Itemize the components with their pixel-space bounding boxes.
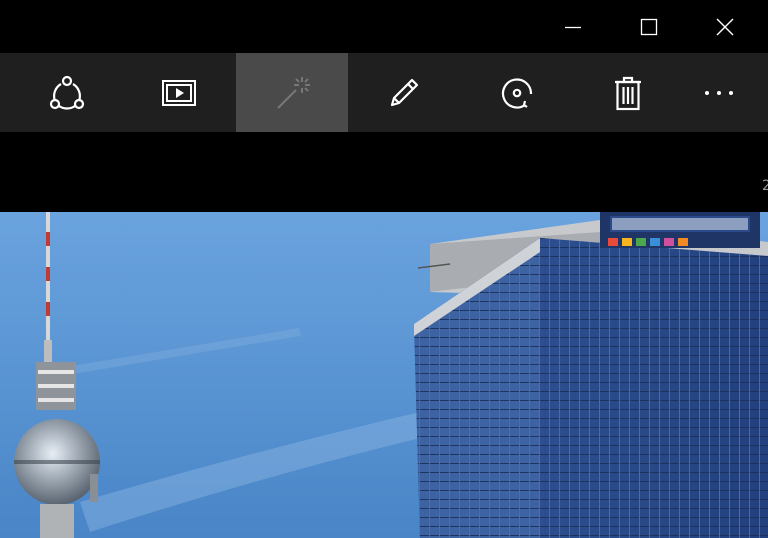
trash-icon [615,76,641,110]
pencil-icon [390,78,419,106]
close-button[interactable] [687,0,763,53]
top-letterbox [0,132,768,212]
photo-viewer[interactable] [0,212,768,538]
more-icon [705,90,733,95]
delete-button[interactable] [572,53,684,132]
magic-wand-icon [277,76,310,109]
enhance-button[interactable] [236,53,348,132]
title-bar [0,0,768,53]
minimize-icon [565,26,581,28]
rotate-button[interactable] [461,53,573,132]
photo-image [0,212,768,538]
maximize-button[interactable] [611,0,687,53]
more-button[interactable] [670,53,768,132]
rotate-icon [501,77,533,109]
slideshow-button[interactable] [123,53,235,132]
clipped-glyph: 2 [762,178,768,194]
close-icon [716,18,734,35]
slideshow-icon [162,79,196,106]
maximize-icon [640,18,658,35]
command-toolbar [0,53,768,132]
share-button[interactable] [11,53,123,132]
edit-button[interactable] [348,53,460,132]
minimize-button[interactable] [535,0,611,53]
share-icon [49,75,85,110]
